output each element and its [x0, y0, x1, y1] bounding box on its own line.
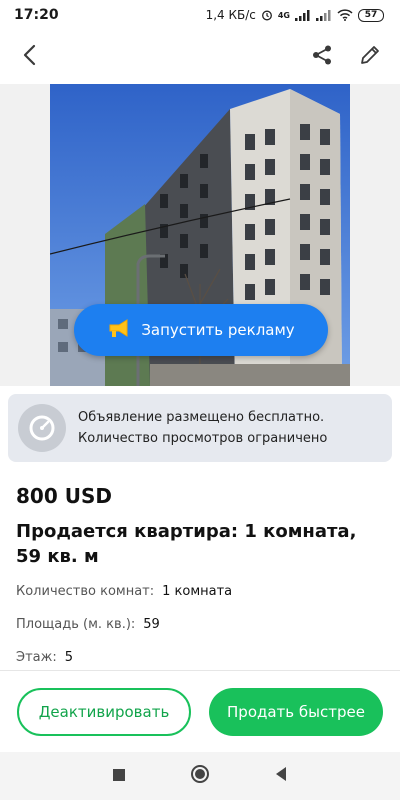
share-icon — [311, 44, 333, 70]
bottom-action-bar: Деактивировать Продать быстрее — [0, 670, 400, 752]
notice-text: Объявление размещено бесплатно. Количест… — [78, 407, 327, 449]
top-app-bar — [0, 30, 400, 84]
signal-icon-2 — [316, 9, 332, 21]
notice-line-2: Количество просмотров ограничено — [78, 431, 328, 446]
detail-floor: Этаж: 5 — [16, 650, 73, 665]
network-speed: 1,4 КБ/с — [205, 8, 256, 22]
signal-icon — [295, 9, 311, 21]
home-button[interactable] — [190, 764, 210, 788]
top-actions — [304, 39, 388, 75]
wifi-icon — [337, 9, 353, 21]
detail-label: Этаж: — [16, 650, 57, 665]
listing-title: Продается квартира: 1 комната, 59 кв. м — [16, 521, 357, 567]
detail-value: 59 — [143, 617, 160, 632]
listing-price: 800 USD — [16, 484, 112, 508]
speedometer-icon — [18, 404, 66, 452]
arrow-back-icon — [20, 44, 40, 70]
back-button[interactable] — [12, 39, 48, 75]
detail-value: 5 — [64, 650, 73, 665]
detail-area: Площадь (м. кв.): 59 — [16, 617, 160, 632]
status-bar: 17:20 1,4 КБ/с 4G 57 — [0, 0, 400, 30]
alarm-icon — [261, 9, 273, 21]
edit-button[interactable] — [352, 39, 388, 75]
recent-apps-button[interactable] — [112, 767, 126, 786]
megaphone-icon — [107, 317, 131, 343]
detail-label: Количество комнат: — [16, 584, 155, 599]
share-button[interactable] — [304, 39, 340, 75]
status-time: 17:20 — [14, 7, 59, 23]
detail-value: 1 комната — [162, 584, 233, 599]
back-nav-button[interactable] — [274, 766, 288, 786]
notice-line-1: Объявление размещено бесплатно. — [78, 410, 325, 425]
listing-media: Запустить рекламу — [0, 84, 400, 386]
detail-rooms: Количество комнат: 1 комната — [16, 584, 232, 599]
battery-indicator: 57 — [358, 8, 384, 22]
launch-ad-button[interactable]: Запустить рекламу — [74, 304, 328, 356]
free-listing-notice: Объявление размещено бесплатно. Количест… — [8, 394, 392, 462]
pencil-icon — [359, 44, 381, 70]
sell-faster-button[interactable]: Продать быстрее — [209, 687, 383, 736]
network-type: 4G — [277, 10, 290, 20]
status-indicators: 1,4 КБ/с 4G 57 — [206, 8, 384, 22]
deactivate-button[interactable]: Деактивировать — [17, 687, 191, 736]
launch-ad-label: Запустить рекламу — [141, 321, 295, 339]
system-nav-bar — [0, 752, 400, 800]
detail-label: Площадь (м. кв.): — [16, 617, 136, 632]
